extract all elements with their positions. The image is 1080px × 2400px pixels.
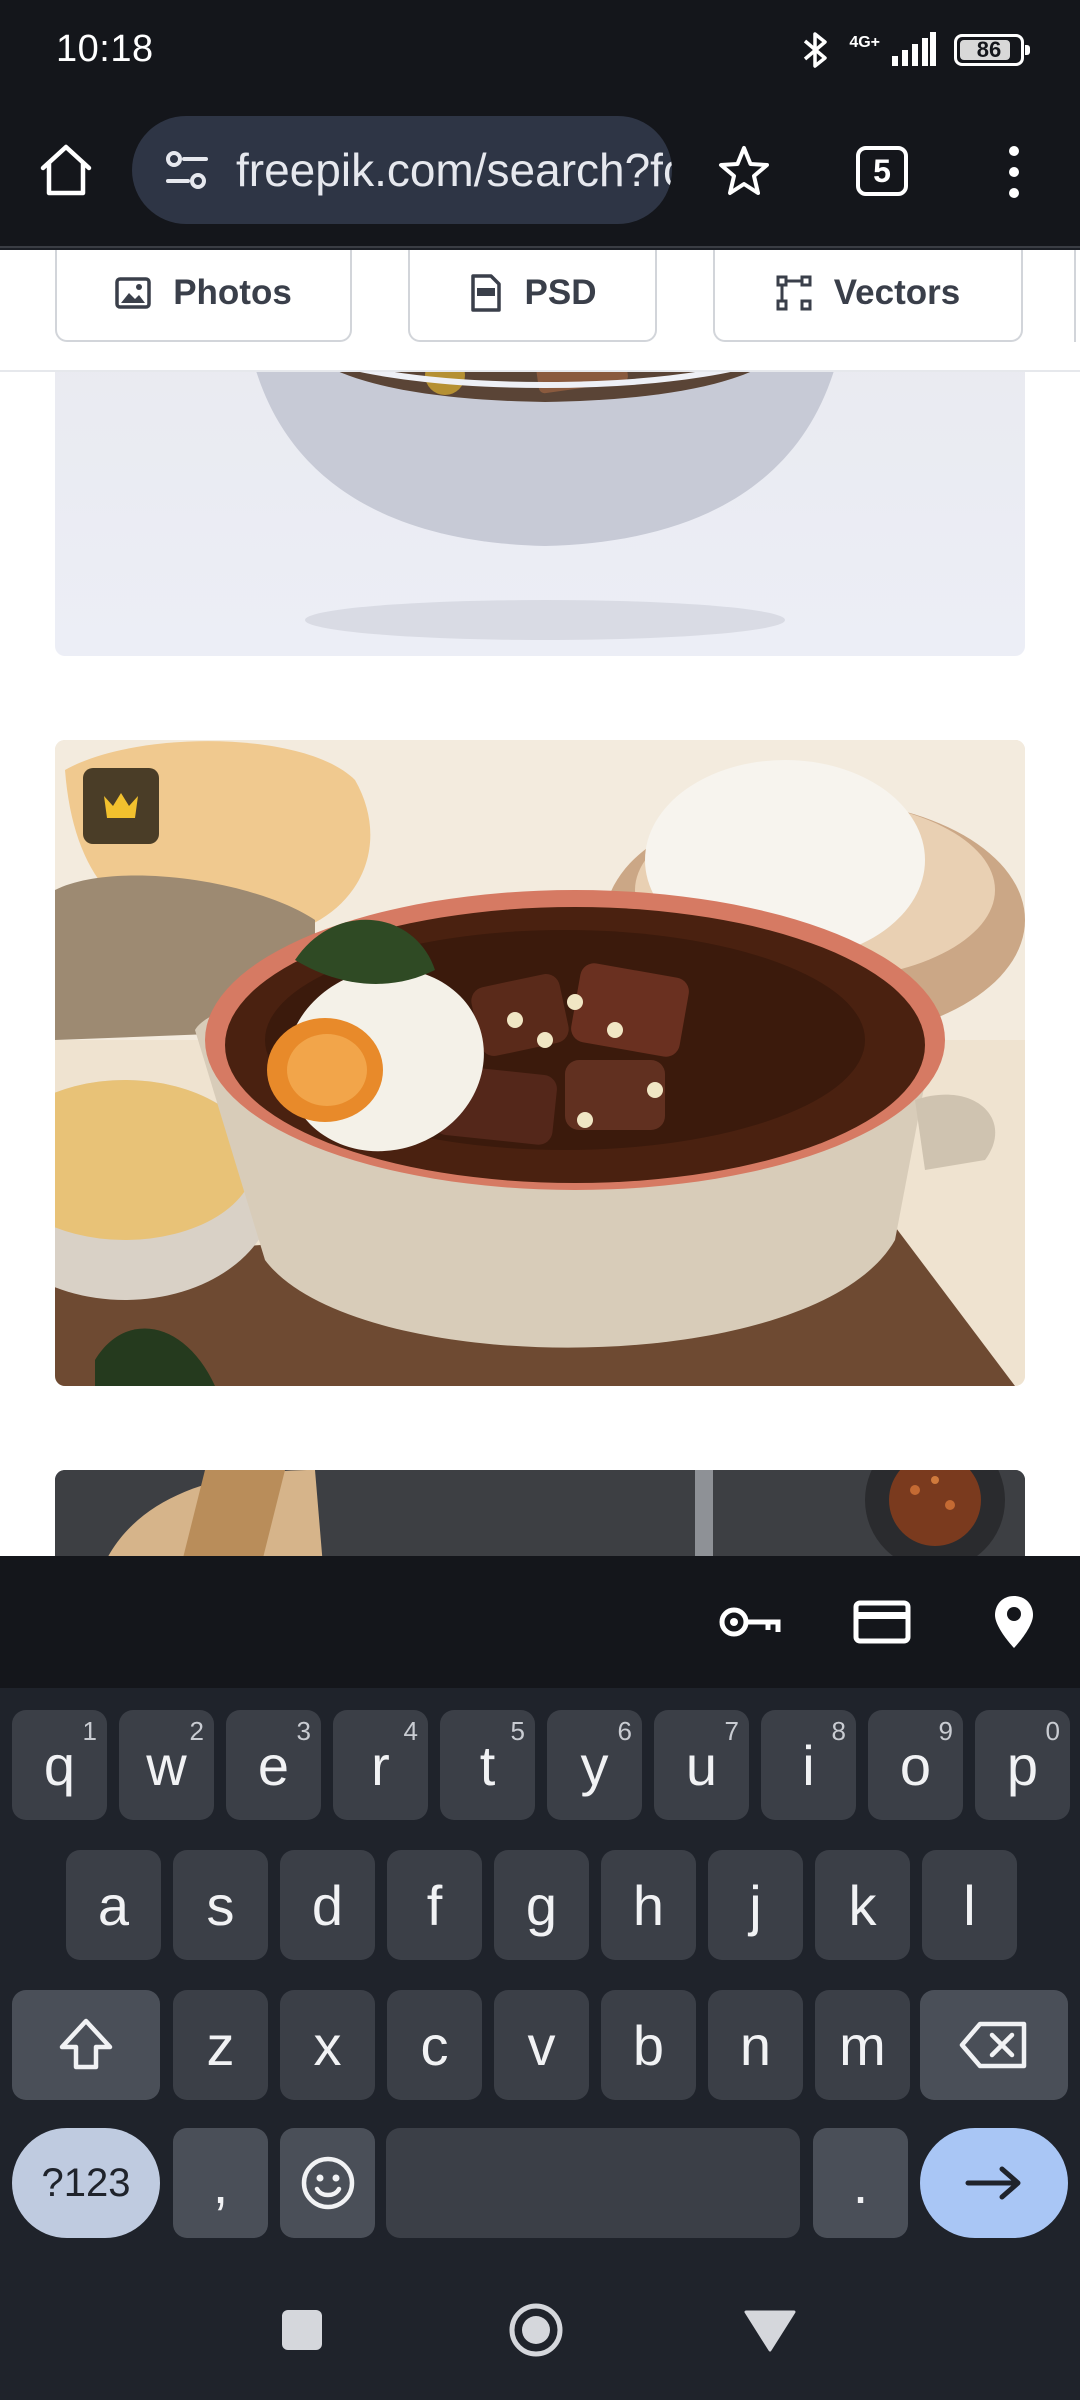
payment-methods-button[interactable] bbox=[850, 1594, 914, 1650]
bookmark-button[interactable] bbox=[712, 140, 776, 204]
tab-count: 5 bbox=[873, 152, 891, 189]
browser-toolbar: freepik.com/search?fo 5 bbox=[0, 100, 1080, 248]
recents-button[interactable] bbox=[282, 2310, 322, 2350]
vector-icon bbox=[776, 275, 812, 311]
key-j[interactable]: j bbox=[708, 1850, 803, 1960]
filter-photos-label: Photos bbox=[173, 273, 292, 312]
key-g[interactable]: g bbox=[494, 1850, 589, 1960]
search-result-image[interactable] bbox=[55, 1470, 1025, 1556]
key-icon bbox=[719, 1607, 781, 1637]
keyboard-suggestion-strip bbox=[0, 1556, 1080, 1688]
filter-photos[interactable]: Photos bbox=[55, 250, 352, 342]
status-icons: 4G+ 86 bbox=[801, 28, 1030, 72]
home-button[interactable] bbox=[34, 138, 98, 202]
url-text: freepik.com/search?fo bbox=[236, 144, 672, 196]
address-bar[interactable]: freepik.com/search?fo bbox=[132, 116, 672, 224]
period-key[interactable]: . bbox=[813, 2128, 908, 2238]
key-p[interactable]: p0 bbox=[975, 1710, 1070, 1820]
food-photo bbox=[55, 1470, 1025, 1556]
key-o[interactable]: o9 bbox=[868, 1710, 963, 1820]
symbols-key[interactable]: ?123 bbox=[12, 2128, 160, 2238]
system-navigation-bar bbox=[0, 2260, 1080, 2400]
key-t[interactable]: t5 bbox=[440, 1710, 535, 1820]
key-h[interactable]: h bbox=[601, 1850, 696, 1960]
premium-badge bbox=[83, 768, 159, 844]
beef-soup-photo bbox=[55, 740, 1025, 1386]
status-time: 10:18 bbox=[56, 28, 154, 70]
key-f[interactable]: f bbox=[387, 1850, 482, 1960]
network-type: 4G+ bbox=[849, 34, 880, 51]
key-k[interactable]: k bbox=[815, 1850, 910, 1960]
key-b[interactable]: b bbox=[601, 1990, 696, 2100]
comma-key[interactable]: , bbox=[173, 2128, 268, 2238]
bookmark-star-icon bbox=[719, 146, 769, 195]
bluetooth-icon bbox=[801, 30, 831, 70]
web-content: Photos PSD Vectors bbox=[0, 250, 1080, 1556]
battery-icon: 86 bbox=[954, 34, 1030, 66]
emoji-icon bbox=[301, 2156, 354, 2210]
key-z[interactable]: z bbox=[173, 1990, 268, 2100]
arrow-right-icon bbox=[965, 2166, 1021, 2200]
key-e[interactable]: e3 bbox=[226, 1710, 321, 1820]
menu-dot bbox=[1009, 146, 1019, 156]
filter-vectors-label: Vectors bbox=[833, 273, 961, 312]
menu-dot bbox=[1009, 188, 1019, 198]
key-u[interactable]: u7 bbox=[654, 1710, 749, 1820]
status-bar: 10:18 4G+ 86 bbox=[0, 0, 1080, 100]
battery-level: 86 bbox=[976, 37, 1002, 62]
shift-key[interactable] bbox=[12, 1990, 160, 2100]
emoji-key[interactable] bbox=[280, 2128, 375, 2238]
key-l[interactable]: l bbox=[922, 1850, 1017, 1960]
home-icon bbox=[40, 144, 92, 196]
key-n[interactable]: n bbox=[708, 1990, 803, 2100]
key-i[interactable]: i8 bbox=[761, 1710, 856, 1820]
site-settings-icon[interactable] bbox=[162, 145, 212, 195]
credit-card-icon bbox=[853, 1600, 911, 1644]
shift-icon bbox=[59, 2018, 113, 2070]
back-nav-button[interactable] bbox=[744, 2308, 796, 2352]
photo-icon bbox=[115, 277, 151, 309]
on-screen-keyboard: q1 w2 e3 r4 t5 y6 u7 i8 o9 p0 a s d f g … bbox=[0, 1688, 1080, 2260]
location-pin-icon bbox=[995, 1596, 1033, 1648]
passwords-button[interactable] bbox=[718, 1594, 782, 1650]
filter-psd-label: PSD bbox=[524, 273, 597, 312]
key-x[interactable]: x bbox=[280, 1990, 375, 2100]
psd-file-icon bbox=[470, 274, 501, 312]
filter-bar: Photos PSD Vectors bbox=[0, 250, 1080, 372]
addresses-button[interactable] bbox=[982, 1594, 1046, 1650]
signal-strength-icon bbox=[890, 32, 936, 68]
filter-next-chip-edge bbox=[1074, 250, 1080, 342]
go-key[interactable] bbox=[920, 2128, 1068, 2238]
key-q[interactable]: q1 bbox=[12, 1710, 107, 1820]
menu-dot bbox=[1009, 167, 1019, 177]
backspace-icon bbox=[959, 2021, 1027, 2069]
filter-vectors[interactable]: Vectors bbox=[713, 250, 1023, 342]
key-s[interactable]: s bbox=[173, 1850, 268, 1960]
key-y[interactable]: y6 bbox=[547, 1710, 642, 1820]
filter-psd[interactable]: PSD bbox=[408, 250, 657, 342]
more-menu-button[interactable] bbox=[998, 140, 1030, 204]
search-result-image[interactable] bbox=[55, 740, 1025, 1386]
key-d[interactable]: d bbox=[280, 1850, 375, 1960]
tabs-button[interactable]: 5 bbox=[856, 146, 908, 196]
key-w[interactable]: w2 bbox=[119, 1710, 214, 1820]
crown-icon bbox=[104, 793, 138, 818]
key-r[interactable]: r4 bbox=[333, 1710, 428, 1820]
key-a[interactable]: a bbox=[66, 1850, 161, 1960]
key-v[interactable]: v bbox=[494, 1990, 589, 2100]
home-nav-button[interactable] bbox=[508, 2302, 564, 2358]
backspace-key[interactable] bbox=[920, 1990, 1068, 2100]
key-m[interactable]: m bbox=[815, 1990, 910, 2100]
back-triangle-icon bbox=[744, 2310, 796, 2352]
space-key[interactable] bbox=[386, 2128, 800, 2238]
key-c[interactable]: c bbox=[387, 1990, 482, 2100]
home-circle-icon bbox=[509, 2303, 563, 2357]
